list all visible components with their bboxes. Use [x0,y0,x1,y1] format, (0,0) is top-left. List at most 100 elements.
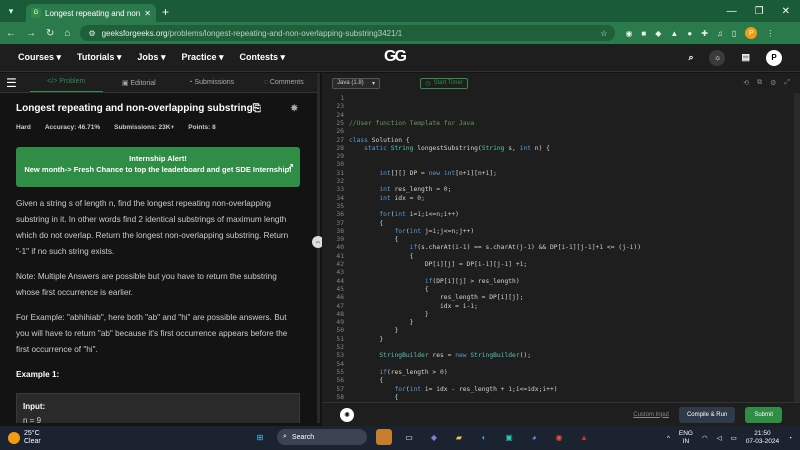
line-number: 43 [336,269,344,277]
editor-actions: ✺ Custom Input Compile & Run Submit [322,402,800,426]
extension-icon[interactable]: ◉ [625,29,632,38]
close-tab-icon[interactable]: ✕ [144,9,151,18]
line-number: 23 [336,103,344,111]
accuracy-stat: Accuracy: 46.71% [44,124,101,131]
fullscreen-icon[interactable]: ⤢ [784,79,790,87]
language-select[interactable]: Java (1.8) ▾ [332,77,380,89]
extension-icon[interactable]: ■ [641,29,646,38]
internship-alert-banner[interactable]: Internship Alert! New month-> Fresh Chan… [16,147,300,187]
store-icon[interactable]: ▣ [501,429,517,445]
browser-profile-avatar[interactable]: P [745,27,758,39]
search-icon[interactable]: ⌕ [688,52,693,63]
line-number: 38 [336,227,344,235]
nav-practice[interactable]: Practice ▾ [181,52,223,63]
line-number: 45 [336,285,344,293]
pane-divider[interactable] [317,73,320,423]
nav-tutorials[interactable]: Tutorials ▾ [77,52,121,63]
points-stat: Points: 8 [188,124,216,131]
gfg-logo[interactable]: GG [384,48,407,66]
nav-contests[interactable]: Contests ▾ [240,52,286,63]
media-icon[interactable]: ♫ [717,29,723,38]
code-line: for(int j=i;j<=n;j++) [394,227,475,235]
line-number: 25 [336,119,344,127]
minimize-icon[interactable]: — [727,6,737,17]
notes-icon[interactable]: ▤ [741,52,750,63]
task-view-icon[interactable]: ▭ [401,429,417,445]
line-number: 58 [336,393,344,401]
code-line: if(s.charAt(i-1) == s.charAt(j-1) && DP[… [409,244,642,252]
hint-bulb-icon[interactable]: ✺ [340,407,354,422]
notification-bell-icon[interactable]: ◔ [788,435,792,442]
back-icon[interactable]: ← [6,28,16,39]
teams-icon[interactable]: ◆ [426,429,442,445]
tray-chevron-icon[interactable]: ^ [667,435,670,442]
theme-toggle-icon[interactable]: ☼ [709,49,726,66]
battery-icon[interactable]: ▭ [731,434,737,442]
search-icon: ⌕ [283,433,287,440]
compile-run-button[interactable]: Compile & Run [678,406,736,423]
tab-comments[interactable]: ◌ Comments [248,79,321,86]
weather-widget[interactable]: 25°C Clear [8,430,41,446]
tab-submissions[interactable]: ◔ Submissions [175,79,248,86]
url-bar[interactable]: ⚙ geeksforgeeks.org/problems/longest-rep… [80,25,616,41]
close-window-icon[interactable]: ✕ [782,6,790,17]
custom-input-link[interactable]: Custom Input [633,412,669,418]
app-icon[interactable]: ▲ [576,429,592,445]
line-number: 44 [336,277,344,285]
line-number: 51 [336,335,344,343]
line-number: 32 [336,178,344,185]
extension-icon[interactable]: ▲ [670,29,678,38]
windows-start-icon[interactable]: ⊞ [252,429,268,445]
language-indicator[interactable]: ENG IN [679,430,693,446]
maximize-icon[interactable]: ❐ [755,6,764,17]
nav-courses[interactable]: Courses ▾ [18,52,61,63]
clock[interactable]: 21:50 07-03-2024 [746,430,779,446]
browser-menu-icon[interactable]: ⋮ [766,29,774,38]
menu-hamburger-icon[interactable]: ☰ [6,76,20,90]
start-timer-button[interactable]: ◷ Start Timer [420,77,468,89]
bookmark-star-icon[interactable]: ☆ [600,29,607,38]
file-explorer-icon[interactable]: ▰ [451,429,467,445]
wifi-icon[interactable]: ◠ [702,434,708,442]
input-label: Input: [23,402,46,411]
code-editor[interactable]: 1 23 24 25 26 27 28 29 30 31 32 33 34 35 36 37 38 39 40 41 4… [322,93,800,402]
forward-icon[interactable]: → [26,28,36,39]
gfg-favicon-icon: G [31,8,41,18]
home-icon[interactable]: ⌂ [64,28,70,39]
discord-icon[interactable]: ◕ [526,429,542,445]
code-line: { [349,377,384,385]
submit-button[interactable]: Submit [745,406,782,423]
report-bug-icon[interactable]: ✸ [290,103,298,114]
nav-jobs[interactable]: Jobs ▾ [137,52,165,63]
alert-heading: Internship Alert! [129,154,187,163]
extensions-puzzle-icon[interactable]: ✚ [701,29,708,38]
search-highlight-icon[interactable] [376,429,392,445]
reset-code-icon[interactable]: ⟲ [743,79,749,87]
reload-icon[interactable]: ↻ [46,28,54,39]
user-avatar[interactable]: P [766,49,782,66]
extension-icon[interactable]: ◆ [655,29,661,38]
taskbar-search[interactable]: ⌕ Search [277,429,367,445]
example-heading: Example 1: [16,370,60,379]
side-panel-icon[interactable]: ▯ [732,29,736,38]
code-line: if(res_length > 0) [379,368,448,376]
tab-search-icon[interactable]: ▾ [0,0,22,22]
tab-editorial[interactable]: ▣ Editorial [103,79,176,87]
bookmark-icon[interactable]: ⎘ [253,103,261,114]
browser-tab[interactable]: G Longest repeating and non-ov ✕ [26,4,156,22]
copy-code-icon[interactable]: ⧉ [757,79,762,87]
external-link-icon[interactable]: ↗ [287,161,294,172]
editor-scrollbar[interactable] [794,93,800,402]
line-number: 40 [336,244,344,252]
tab-problem[interactable]: </> Problem [30,73,103,92]
extension-icon[interactable]: ● [687,29,692,38]
volume-icon[interactable]: ◁ [717,434,722,442]
new-tab-button[interactable]: + [162,5,169,19]
line-number: 54 [336,360,344,368]
settings-icon[interactable]: ⚙ [770,79,776,87]
line-number: 37 [336,219,344,227]
line-number: 36 [336,211,344,219]
site-info-icon[interactable]: ⚙ [88,29,95,38]
edge-icon[interactable]: ◐ [476,429,492,445]
chrome-icon[interactable]: ◉ [551,429,567,445]
